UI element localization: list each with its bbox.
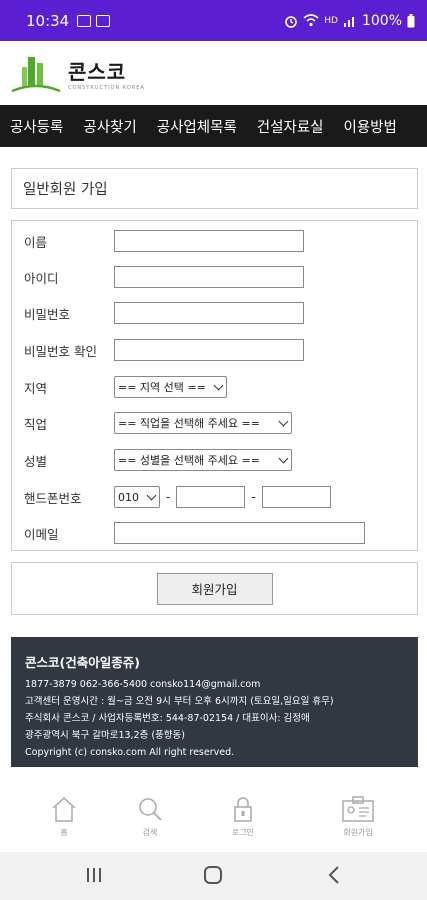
nav-item-resources[interactable]: 건설자료실 bbox=[247, 116, 334, 137]
bottom-tab-bar: 홈 검색 로그인 회원가입 bbox=[0, 795, 427, 853]
form-row-job: 직업 == 직업을 선택해 주세요 == bbox=[24, 411, 292, 435]
system-navigation-bar bbox=[0, 852, 427, 900]
tab-search-label: 검색 bbox=[142, 828, 158, 837]
phone-dash: - bbox=[251, 490, 256, 504]
form-row-gender: 성별 == 성별을 선택해 주세요 == bbox=[24, 448, 292, 472]
form-row-password-confirm: 비밀번호 확인 bbox=[24, 338, 304, 362]
chevron-down-icon bbox=[278, 453, 289, 464]
search-icon bbox=[139, 798, 162, 821]
phone-label: 핸드폰번호 bbox=[24, 490, 82, 506]
form-row-phone: 핸드폰번호 010 - - bbox=[24, 485, 331, 509]
signal-icon bbox=[343, 17, 354, 27]
phone-last-input[interactable] bbox=[261, 486, 331, 508]
footer-company: 콘스코(건축아일종쥬) bbox=[25, 655, 140, 670]
name-label: 이름 bbox=[24, 234, 48, 250]
footer-hours: 고객센터 운영시간 : 월~금 오전 9시 부터 오후 6시까지 (토요일,일요… bbox=[25, 696, 334, 707]
lock-icon bbox=[234, 797, 252, 822]
home-icon bbox=[52, 796, 76, 822]
logo-text[interactable]: 콘스코 CONSTRUCTION KOREA bbox=[68, 56, 145, 91]
brand-name: 콘스코 bbox=[68, 59, 127, 84]
region-select-value: == 지역 선택 == bbox=[118, 381, 206, 394]
form-row-password: 비밀번호 bbox=[24, 301, 304, 325]
main-nav: 공사등록 공사찾기 공사업체목록 건설자료실 이용방법 bbox=[0, 105, 427, 147]
signup-submit-button[interactable]: 회원가입 bbox=[156, 572, 273, 605]
status-right: HD 100% bbox=[284, 13, 415, 29]
id-input[interactable] bbox=[114, 266, 304, 288]
chevron-down-icon bbox=[278, 416, 289, 427]
tab-search[interactable]: 검색 bbox=[115, 795, 185, 838]
footer-address: 광주광역시 북구 갈마로13,2층 (풍향동) bbox=[25, 730, 185, 741]
battery-icon bbox=[407, 13, 415, 27]
alarm-icon bbox=[285, 15, 298, 28]
phone-dash: - bbox=[166, 490, 171, 504]
email-label: 이메일 bbox=[24, 526, 59, 542]
form-row-email: 이메일 bbox=[24, 521, 365, 545]
image-notification-icon bbox=[77, 14, 92, 27]
form-row-region: 지역 == 지역 선택 == bbox=[24, 375, 227, 399]
gender-label: 성별 bbox=[24, 453, 48, 469]
site-header: 콘스코 CONSTRUCTION KOREA bbox=[0, 41, 427, 105]
footer-info: 콘스코(건축아일종쥬) 1877-3879 062-366-5400 consk… bbox=[11, 637, 418, 767]
footer-business-info: 주식회사 콘스코 / 사업자등록번호: 544-87-02154 / 대표이사:… bbox=[25, 713, 310, 724]
logo-icon[interactable] bbox=[10, 51, 62, 95]
battery-percent: 100% bbox=[361, 12, 402, 29]
gender-select-value: == 성별을 선택해 주세요 == bbox=[118, 454, 260, 467]
email-input[interactable] bbox=[114, 522, 365, 544]
form-row-name: 이름 bbox=[24, 229, 304, 253]
signup-form: 이름 아이디 비밀번호 비밀번호 확인 지역 == 지역 선택 == 직업 ==… bbox=[11, 220, 418, 551]
chevron-down-icon bbox=[213, 380, 224, 391]
nav-item-find-project[interactable]: 공사찾기 bbox=[73, 116, 146, 137]
phone-prefix-value: 010 bbox=[118, 490, 139, 504]
id-card-icon bbox=[342, 796, 374, 822]
gender-select[interactable]: == 성별을 선택해 주세요 == bbox=[114, 449, 292, 471]
message-notification-icon bbox=[96, 14, 111, 27]
home-button-icon[interactable] bbox=[202, 864, 224, 886]
password-confirm-label: 비밀번호 확인 bbox=[24, 343, 97, 359]
region-select[interactable]: == 지역 선택 == bbox=[114, 376, 227, 398]
tab-home-label: 홈 bbox=[60, 828, 68, 837]
nav-item-register-project[interactable]: 공사등록 bbox=[0, 116, 73, 137]
wifi-icon bbox=[303, 14, 319, 27]
submit-area: 회원가입 bbox=[11, 562, 418, 615]
brand-subtitle: CONSTRUCTION KOREA bbox=[68, 84, 145, 91]
phone-prefix-select[interactable]: 010 bbox=[114, 486, 160, 508]
footer-contact: 1877-3879 062-366-5400 consko114@gmail.c… bbox=[25, 679, 261, 690]
job-label: 직업 bbox=[24, 416, 48, 432]
footer-copyright: Copyright (c) consko.com All right reser… bbox=[25, 747, 235, 758]
form-row-id: 아이디 bbox=[24, 265, 304, 289]
page-title: 일반회원 가입 bbox=[23, 182, 108, 198]
chevron-down-icon bbox=[146, 490, 157, 501]
back-icon[interactable] bbox=[324, 864, 344, 886]
nav-item-company-list[interactable]: 공사업체목록 bbox=[147, 116, 247, 137]
phone-middle-input[interactable] bbox=[176, 486, 246, 508]
job-select[interactable]: == 직업을 선택해 주세요 == bbox=[114, 412, 292, 434]
id-label: 아이디 bbox=[24, 270, 59, 286]
region-label: 지역 bbox=[24, 380, 48, 396]
tab-signup[interactable]: 회원가입 bbox=[323, 795, 393, 838]
tab-signup-label: 회원가입 bbox=[343, 828, 373, 837]
status-notification-icons bbox=[77, 14, 111, 27]
status-bar: 10:34 HD 100% bbox=[0, 0, 427, 41]
tab-login-label: 로그인 bbox=[231, 828, 255, 837]
status-time: 10:34 bbox=[26, 11, 70, 30]
recent-apps-icon[interactable] bbox=[84, 864, 104, 886]
network-label: HD bbox=[324, 15, 338, 26]
signup-title-box: 일반회원 가입 bbox=[11, 168, 418, 209]
name-input[interactable] bbox=[114, 230, 304, 252]
password-confirm-input[interactable] bbox=[114, 339, 304, 361]
nav-item-how-to-use[interactable]: 이용방법 bbox=[334, 116, 407, 137]
tab-login[interactable]: 로그인 bbox=[208, 795, 278, 838]
tab-home[interactable]: 홈 bbox=[29, 795, 99, 838]
job-select-value: == 직업을 선택해 주세요 == bbox=[118, 417, 260, 430]
password-input[interactable] bbox=[114, 302, 304, 324]
password-label: 비밀번호 bbox=[24, 306, 71, 322]
